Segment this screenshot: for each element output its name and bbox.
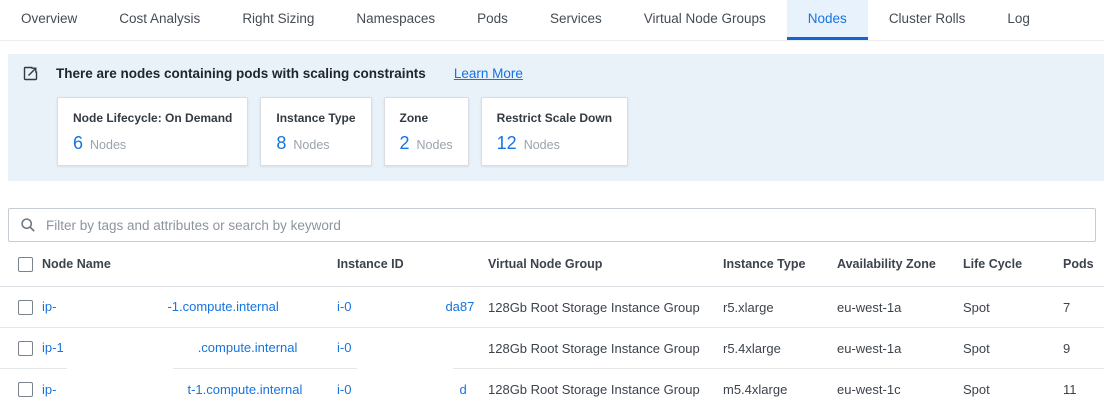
vng-cell: 128Gb Root Storage Instance Group [488, 300, 723, 315]
card-title: Restrict Scale Down [497, 111, 612, 125]
node-name-link[interactable]: ip-1.compute.internal [42, 340, 297, 355]
life-cycle-cell: Spot [963, 300, 1063, 315]
card-title: Zone [400, 111, 453, 125]
constraint-cards: Node Lifecycle: On Demand 6 Nodes Instanc… [57, 97, 1088, 166]
card-value: 8 [276, 133, 286, 153]
card-value: 2 [400, 133, 410, 153]
card-unit: Nodes [417, 138, 453, 152]
card-zone[interactable]: Zone 2 Nodes [384, 97, 469, 166]
row-checkbox[interactable] [18, 382, 33, 397]
pods-cell: 9 [1063, 341, 1104, 356]
instance-id-link[interactable]: i-0da87 [337, 299, 474, 314]
card-unit: Nodes [524, 138, 560, 152]
availability-zone-cell: eu-west-1a [837, 300, 963, 315]
table-row: ip--1.compute.internal i-0da87 128Gb Roo… [0, 287, 1104, 328]
card-value: 6 [73, 133, 83, 153]
node-name-link[interactable]: ip--1.compute.internal [42, 299, 279, 314]
tab-log[interactable]: Log [986, 0, 1051, 40]
col-node-name: Node Name [42, 257, 337, 271]
redaction-box [357, 366, 453, 370]
life-cycle-cell: Spot [963, 382, 1063, 397]
instance-id-link[interactable]: i-0 [337, 340, 458, 355]
redaction-box [351, 342, 458, 356]
card-restrict-scale-down[interactable]: Restrict Scale Down 12 Nodes [481, 97, 628, 166]
availability-zone-cell: eu-west-1a [837, 341, 963, 356]
instance-type-cell: r5.xlarge [723, 300, 837, 315]
instance-type-cell: m5.4xlarge [723, 382, 837, 397]
col-instance-type: Instance Type [723, 257, 837, 271]
card-unit: Nodes [293, 138, 329, 152]
learn-more-link[interactable]: Learn More [454, 66, 523, 81]
tab-cluster-rolls[interactable]: Cluster Rolls [868, 0, 987, 40]
tab-bar: Overview Cost Analysis Right Sizing Name… [0, 0, 1104, 41]
filter-bar [8, 208, 1096, 242]
tab-right-sizing[interactable]: Right Sizing [221, 0, 335, 40]
redaction-box [56, 301, 167, 315]
vng-cell: 128Gb Root Storage Instance Group [488, 341, 723, 356]
card-title: Node Lifecycle: On Demand [73, 111, 232, 125]
card-node-lifecycle[interactable]: Node Lifecycle: On Demand 6 Nodes [57, 97, 248, 166]
node-name-link[interactable]: ip-t-1.compute.internal [42, 382, 302, 397]
life-cycle-cell: Spot [963, 341, 1063, 356]
tab-overview[interactable]: Overview [0, 0, 98, 40]
search-input[interactable] [46, 218, 1084, 233]
search-icon [20, 217, 36, 233]
banner-message: There are nodes containing pods with sca… [56, 66, 426, 81]
redaction-box [351, 301, 445, 315]
redaction-box [64, 342, 198, 356]
tab-cost-analysis[interactable]: Cost Analysis [98, 0, 221, 40]
row-checkbox[interactable] [18, 300, 33, 315]
card-unit: Nodes [90, 138, 126, 152]
row-checkbox[interactable] [18, 341, 33, 356]
card-value: 12 [497, 133, 517, 153]
instance-type-cell: r5.4xlarge [723, 341, 837, 356]
pods-cell: 7 [1063, 300, 1104, 315]
tab-services[interactable]: Services [529, 0, 623, 40]
vng-cell: 128Gb Root Storage Instance Group [488, 382, 723, 397]
table-header-row: Node Name Instance ID Virtual Node Group… [0, 242, 1104, 287]
redaction-box [67, 366, 173, 370]
col-instance-id: Instance ID [337, 257, 488, 271]
table-row: ip-t-1.compute.internal i-0d 128Gb Root … [0, 369, 1104, 404]
card-title: Instance Type [276, 111, 355, 125]
instance-id-link[interactable]: i-0d [337, 382, 467, 397]
scale-constraint-icon [22, 65, 39, 82]
tab-pods[interactable]: Pods [456, 0, 529, 40]
redaction-box [56, 383, 187, 397]
nodes-table: Node Name Instance ID Virtual Node Group… [0, 242, 1104, 404]
availability-zone-cell: eu-west-1c [837, 382, 963, 397]
tab-virtual-node-groups[interactable]: Virtual Node Groups [623, 0, 787, 40]
table-row: ip-1.compute.internal i-0 128Gb Root Sto… [0, 328, 1104, 369]
tab-nodes[interactable]: Nodes [787, 0, 868, 40]
scaling-constraints-banner: There are nodes containing pods with sca… [8, 54, 1104, 181]
col-virtual-node-group: Virtual Node Group [488, 257, 723, 271]
select-all-checkbox[interactable] [18, 257, 33, 272]
tab-namespaces[interactable]: Namespaces [335, 0, 456, 40]
col-life-cycle: Life Cycle [963, 257, 1063, 271]
pods-cell: 11 [1063, 382, 1104, 397]
col-availability-zone: Availability Zone [837, 257, 963, 271]
col-pods: Pods [1063, 257, 1104, 271]
card-instance-type[interactable]: Instance Type 8 Nodes [260, 97, 371, 166]
redaction-box [351, 383, 459, 397]
